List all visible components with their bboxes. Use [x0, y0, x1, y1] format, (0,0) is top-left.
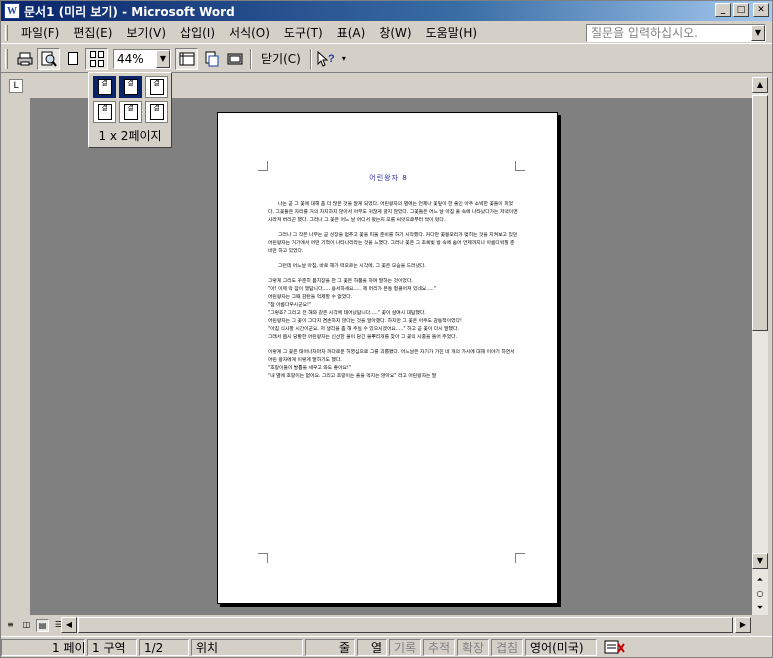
help-question-placeholder: 질문을 입력하십시오. — [591, 26, 698, 40]
status-extend-selection[interactable]: 확장 — [457, 638, 489, 656]
context-help-icon[interactable]: ? — [315, 48, 338, 70]
paragraph: "아침 식사할 시간이군요. 저 생각을 좀 해 주실 수 있으시겠어요....… — [268, 327, 459, 332]
spelling-status-icon[interactable] — [599, 639, 635, 656]
window-title: 문서1 (미리 보기) - Microsoft Word — [24, 4, 235, 19]
status-overtype[interactable]: 겹침 — [491, 638, 523, 656]
full-screen-icon[interactable] — [223, 48, 246, 70]
status-page-of: 1/2 — [139, 638, 189, 656]
paragraph: "그렇죠? 그리고 전 해와 같은 시각에 태어났답니다....." 꽃이 살며… — [268, 311, 426, 316]
document-page[interactable]: 어린왕자 8 나는 곧 그 꽃에 대해 좀 더 많은 것을 알게 되었다. 어린… — [217, 112, 558, 604]
menu-bar: 파일(F) 편집(E) 보기(V) 삽입(I) 서식(O) 도구(T) 표(A)… — [1, 22, 772, 44]
normal-view-icon[interactable]: ≡ — [4, 619, 17, 632]
toolbar-options-icon[interactable]: ▾ — [339, 48, 349, 70]
vertical-scroll-thumb[interactable] — [752, 95, 768, 331]
crop-mark — [258, 553, 268, 563]
page-grid-cell-1-2[interactable]: 결 — [119, 76, 142, 98]
multiple-pages-icon[interactable] — [85, 47, 108, 70]
paragraph: "내 별에 호랑이는 없어요. 그리고 호랑이는 풀을 먹지는 않아요" 라고 … — [268, 374, 437, 379]
toolbar-separator — [309, 48, 312, 69]
crop-mark — [515, 161, 525, 171]
menu-table[interactable]: 표(A) — [330, 24, 373, 41]
print-icon[interactable] — [13, 48, 36, 70]
menu-tools[interactable]: 도구(T) — [277, 24, 330, 41]
chevron-down-icon[interactable]: ▼ — [751, 25, 765, 41]
toolbar-grip[interactable] — [5, 48, 8, 69]
previous-page-icon[interactable]: ⏶ — [752, 573, 768, 587]
one-page-icon[interactable] — [61, 48, 84, 70]
horizontal-scrollbar[interactable]: ◀ ▶ — [61, 617, 751, 633]
menu-insert[interactable]: 삽입(I) — [173, 24, 222, 41]
paragraph: 그런데 어느날 아침, 바로 해가 떠오르는 시각에, 그 꽃은 모습을 드러냈… — [278, 264, 426, 269]
crop-mark — [258, 161, 268, 171]
select-browse-object-icon[interactable]: ○ — [752, 587, 768, 601]
paragraph: 그렇게 그리도 꾸준히 몸치장을 한 그 꽃은 하품을 하며 말하는 것이었다. — [268, 279, 413, 284]
status-column: 열 — [357, 638, 387, 656]
paragraph: "호랑이들이 발톱을 세우고 와도 좋아요!" — [268, 366, 352, 371]
print-preview-toolbar: 44% ▼ 닫기(C) ? ▾ — [1, 45, 772, 73]
status-page: 1 페이지 — [1, 638, 85, 656]
status-position: 위치 — [191, 638, 303, 656]
scroll-down-icon[interactable]: ▼ — [752, 553, 768, 569]
word-window: W 문서1 (미리 보기) - Microsoft Word _ □ ✕ 파일(… — [0, 0, 773, 658]
minimize-icon[interactable]: _ — [715, 3, 731, 17]
menu-grip[interactable] — [5, 24, 8, 41]
status-line: 줄 — [305, 638, 355, 656]
svg-text:?: ? — [328, 53, 335, 65]
status-language[interactable]: 영어(미국) — [525, 638, 597, 656]
page-grid-cell-2-3[interactable]: 결 — [145, 101, 168, 123]
page-grid-cell-2-1[interactable]: 결 — [93, 101, 116, 123]
status-section: 1 구역 — [87, 638, 137, 656]
paragraph: 어린왕자는 그때 감탄을 억제할 수 없었다. — [268, 295, 353, 300]
menu-format[interactable]: 서식(O) — [222, 24, 277, 41]
web-layout-icon[interactable]: ◫ — [20, 619, 33, 632]
vertical-scrollbar[interactable]: ▲ ▼ ⏶ ○ ⏷ — [752, 77, 768, 615]
menu-file[interactable]: 파일(F) — [14, 24, 66, 41]
paragraph: 어린왕자는 그 꽃이 그다지 겸손하지 않다는 것을 알아챘다. 하지만 그 꽃… — [268, 319, 462, 324]
horizontal-scroll-thumb[interactable] — [78, 617, 733, 633]
scroll-up-icon[interactable]: ▲ — [752, 77, 768, 93]
help-question-input[interactable]: 질문을 입력하십시오. ▼ — [586, 24, 766, 42]
zoom-value: 44% — [117, 51, 144, 66]
next-page-icon[interactable]: ⏷ — [752, 601, 768, 615]
multiple-pages-popup: 결 결 결 결 결 결 1 x 2페이지 — [88, 72, 172, 148]
crop-mark — [515, 553, 525, 563]
page-grid-cell-2-2[interactable]: 결 — [119, 101, 142, 123]
menu-window[interactable]: 창(W) — [372, 24, 418, 41]
close-icon[interactable]: ✕ — [753, 3, 769, 17]
menu-view[interactable]: 보기(V) — [119, 24, 173, 41]
toolbar-separator — [250, 48, 252, 69]
page-grid-cell-1-1[interactable]: 결 — [93, 76, 116, 98]
menu-edit[interactable]: 편집(E) — [66, 24, 119, 41]
scroll-left-icon[interactable]: ◀ — [61, 617, 77, 633]
status-bar: 1 페이지 1 구역 1/2 위치 줄 열 기록 추적 확장 겹침 영어(미국) — [1, 636, 772, 657]
document-heading: 어린왕자 8 — [369, 174, 408, 182]
title-bar[interactable]: W 문서1 (미리 보기) - Microsoft Word _ □ ✕ — [1, 1, 772, 21]
status-record-macro[interactable]: 기록 — [389, 638, 421, 656]
scroll-right-icon[interactable]: ▶ — [735, 617, 751, 633]
status-track-changes[interactable]: 추적 — [423, 638, 455, 656]
paragraph: 그러나 그 작은 나무는 곧 성장을 멈추고 꽃을 피울 준비를 하기 시작했다… — [268, 233, 518, 254]
word-icon[interactable]: W — [4, 3, 20, 19]
paragraph: 이렇게 그 꽃은 태어나자마자 까다로운 허영심으로 그를 괴롭혔다. 어느날은… — [268, 350, 515, 363]
zoom-combo[interactable]: 44% ▼ — [113, 48, 171, 69]
popup-page-layout-label: 1 x 2페이지 — [98, 129, 162, 143]
close-preview-button[interactable]: 닫기(C) — [255, 50, 307, 67]
paragraph: "참 아름다우시군요!" — [268, 303, 312, 308]
print-layout-icon[interactable]: ▤ — [36, 619, 49, 632]
document-body: 나는 곧 그 꽃에 대해 좀 더 많은 것을 알게 되었다. 어린왕자의 별에는… — [268, 201, 518, 381]
paragraph: 나는 곧 그 꽃에 대해 좀 더 많은 것을 알게 되었다. 어린왕자의 별에는… — [268, 202, 518, 223]
magnifier-icon[interactable] — [37, 47, 60, 70]
tab-selector[interactable]: L — [9, 79, 23, 93]
menu-help[interactable]: 도움말(H) — [419, 24, 485, 41]
page-grid-cell-1-3[interactable]: 결 — [145, 76, 168, 98]
shrink-to-fit-icon[interactable] — [199, 48, 222, 70]
paragraph: 그래서 몹시 당황한 어린왕자는 신선한 물이 담긴 물뿌리개를 찾아 그 꽃의… — [268, 335, 458, 340]
chevron-down-icon[interactable]: ▼ — [156, 49, 170, 68]
view-ruler-icon[interactable] — [175, 47, 198, 70]
maximize-icon[interactable]: □ — [733, 3, 749, 17]
paragraph: "아! 이제 막 잠이 깼답니다..... 용서하세요..... 제 머리가 온… — [268, 287, 437, 292]
